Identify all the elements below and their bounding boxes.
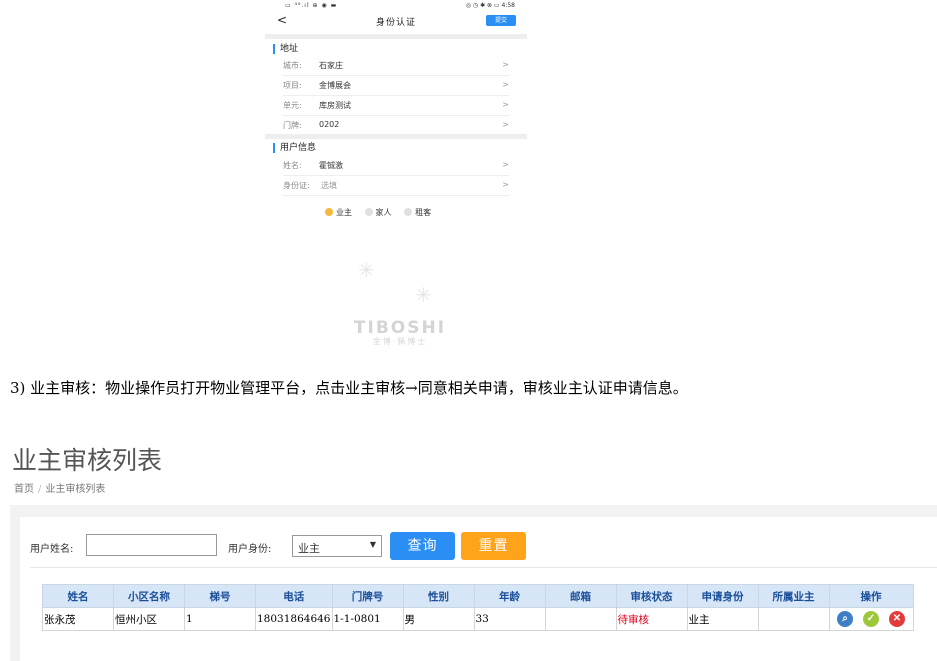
address-row-door[interactable]: 门牌: 0202 > [283, 116, 509, 136]
radio-checked-icon [325, 208, 333, 216]
cell-building: 1 [184, 607, 256, 631]
address-row-project[interactable]: 项目: 金博展会 > [283, 76, 509, 96]
page-title: 业主审核列表 [12, 447, 163, 475]
row-value: 霍铖激 [319, 161, 343, 170]
phone-title-bar: < 身份认证 提交 [265, 11, 527, 31]
chevron-down-icon: ▼ [369, 540, 376, 549]
column-header: 门牌号 [331, 584, 404, 608]
doc-paragraph: 3) 业主审核：物业操作员打开物业管理平台，点击业主审核→同意相关申请，审核业主… [10, 379, 688, 397]
table-header-row: 姓名 小区名称 梯号 电话 门牌号 性别 年龄 邮箱 审核状态 申请身份 所属业… [42, 584, 914, 608]
row-value: 0202 [319, 120, 340, 129]
chevron-right-icon: > [502, 60, 509, 69]
cell-status: 待审核 [615, 607, 688, 631]
column-header: 性别 [402, 584, 475, 608]
owner-review-table: 姓名 小区名称 梯号 电话 门牌号 性别 年龄 邮箱 审核状态 申请身份 所属业… [42, 584, 914, 653]
cell-role: 业主 [686, 607, 759, 631]
row-value: 石家庄 [319, 61, 343, 70]
column-header: 邮箱 [544, 584, 617, 608]
phone-status-bar: ▭ ⁴⁶.ıl ⊕ ◉ ▬ ◎ ◷ ✱ ⊗ ▭ 4:58 [265, 0, 527, 11]
row-value: 库房测试 [319, 101, 351, 110]
cell-owner [757, 607, 830, 631]
breadcrumb-home[interactable]: 首页 [14, 484, 34, 495]
empty-cell [43, 631, 914, 654]
radio-label: 业主 [336, 208, 352, 217]
chevron-right-icon: > [502, 120, 509, 129]
column-header: 小区名称 [113, 584, 185, 608]
divider [30, 567, 937, 568]
cell-gender: 男 [402, 607, 475, 631]
role-select-value: 业主 [298, 542, 320, 555]
column-header: 操作 [828, 584, 914, 608]
role-radio-group: 业主 家人 租客 [325, 207, 441, 218]
row-value: 金博展会 [319, 81, 351, 90]
table-row-empty [43, 631, 914, 654]
row-label: 项目: [283, 81, 302, 90]
cell-name: 张永茂 [42, 607, 114, 631]
breadcrumb-separator: / [38, 484, 42, 495]
section-gap [265, 134, 527, 139]
row-label: 门牌: [283, 121, 302, 130]
user-section-title: 用户信息 [273, 143, 316, 153]
breadcrumb: 首页 / 业主审核列表 [14, 480, 105, 495]
chevron-right-icon: > [502, 80, 509, 89]
content-card: 用户姓名: 用户身份: 业主 ▼ 查询 重置 姓名 小区名称 梯号 电话 门牌号… [20, 517, 937, 661]
status-icons-right: ◎ ◷ ✱ ⊗ ▭ 4:58 [465, 2, 515, 9]
cell-door: 1-1-0801 [331, 607, 404, 631]
cell-phone: 18031864646 [255, 607, 333, 631]
chevron-right-icon: > [502, 180, 509, 189]
column-header: 电话 [255, 584, 333, 608]
reset-button[interactable]: 重置 [461, 532, 526, 560]
tiboshi-logo: TIBOSHI 金博·豨博士 [345, 318, 455, 347]
phone-screenshot: ▭ ⁴⁶.ıl ⊕ ◉ ▬ ◎ ◷ ✱ ⊗ ▭ 4:58 < 身份认证 提交 地… [265, 0, 527, 365]
snowflake-decoration-icon: ✳ [415, 283, 432, 307]
section-gap [265, 34, 527, 39]
column-header: 年龄 [473, 584, 546, 608]
reject-icon[interactable]: ✕ [889, 611, 905, 627]
cell-actions: ⌕ ✓ ✕ [828, 607, 914, 631]
row-label: 单元: [283, 101, 302, 110]
role-radio-family[interactable]: 家人 [364, 207, 392, 218]
column-header: 审核状态 [615, 584, 688, 608]
status-icons-left: ▭ ⁴⁶.ıl ⊕ ◉ ▬ [285, 2, 338, 9]
address-row-city[interactable]: 城市: 石家庄 > [283, 56, 509, 76]
radio-label: 租客 [415, 208, 432, 217]
address-section-title: 地址 [273, 44, 298, 54]
radio-label: 家人 [375, 208, 392, 217]
row-label: 身份证: [283, 181, 310, 190]
radio-unchecked-icon [364, 208, 373, 216]
content-panel: 用户姓名: 用户身份: 业主 ▼ 查询 重置 姓名 小区名称 梯号 电话 门牌号… [10, 505, 937, 661]
chevron-right-icon: > [502, 100, 509, 109]
role-label: 用户身份: [228, 544, 272, 555]
breadcrumb-current: 业主审核列表 [45, 484, 106, 495]
logo-wordmark: TIBOSHI [353, 318, 447, 338]
row-label: 城市: [283, 61, 302, 70]
row-value: 选填 [321, 181, 337, 190]
column-header: 梯号 [184, 584, 256, 608]
column-header: 所属业主 [757, 584, 830, 608]
table-row: 张永茂 恒州小区 1 18031864646 1-1-0801 男 33 待审核… [42, 607, 914, 631]
approve-icon[interactable]: ✓ [863, 611, 879, 627]
column-header: 姓名 [42, 584, 114, 608]
radio-unchecked-icon [404, 208, 413, 216]
cell-email [544, 607, 617, 631]
role-select[interactable]: 业主 ▼ [292, 535, 382, 557]
user-row-name[interactable]: 姓名: 霍铖激 > [283, 156, 509, 176]
role-radio-tenant[interactable]: 租客 [404, 207, 431, 218]
address-row-unit[interactable]: 单元: 库房测试 > [283, 96, 509, 116]
user-row-idcard[interactable]: 身份证: 选填 > [283, 176, 509, 196]
name-input[interactable] [86, 534, 217, 556]
submit-button[interactable]: 提交 [486, 15, 516, 26]
chevron-right-icon: > [502, 160, 509, 169]
snowflake-decoration-icon: ✳ [358, 258, 375, 282]
view-icon[interactable]: ⌕ [837, 611, 853, 627]
role-radio-owner[interactable]: 业主 [325, 207, 352, 218]
cell-community: 恒州小区 [113, 607, 185, 631]
column-header: 申请身份 [686, 584, 759, 608]
cell-age: 33 [473, 607, 546, 631]
row-label: 姓名: [283, 161, 302, 170]
name-label: 用户姓名: [30, 544, 74, 555]
query-button[interactable]: 查询 [390, 532, 455, 560]
